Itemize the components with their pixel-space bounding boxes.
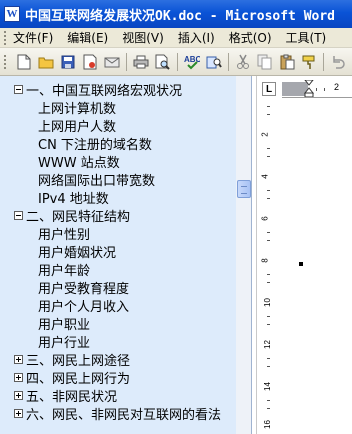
spelling-icon[interactable]: ABC [183, 53, 201, 71]
menu-format[interactable]: 格式(O) [229, 29, 272, 46]
title-bar: W 中国互联网络发展状况OK.doc - Microsoft Word [0, 0, 352, 28]
outline-section-5[interactable]: 五、非网民状况 [0, 386, 117, 405]
ruler-number: 12 [262, 340, 272, 349]
expand-icon[interactable] [14, 409, 23, 418]
outline-item[interactable]: 用户性别 [0, 224, 90, 243]
copy-icon[interactable] [256, 53, 274, 71]
ruler-number: 4 [260, 174, 270, 179]
collapse-icon[interactable] [14, 85, 23, 94]
ruler-number: 10 [262, 298, 272, 307]
horizontal-ruler[interactable]: 2 [282, 80, 352, 98]
ruler-number: 2 [260, 132, 270, 137]
outline-item[interactable]: 上网计算机数 [0, 98, 116, 117]
outline-heading-label: 四、网民上网行为 [26, 372, 131, 387]
indent-marker-icon[interactable] [304, 80, 314, 98]
new-document-icon[interactable] [15, 53, 33, 71]
outline-item[interactable]: 用户受教育程度 [0, 278, 129, 297]
undo-icon[interactable] [329, 53, 347, 71]
document-map-pane: 一、中国互联网络宏观状况 上网计算机数 上网用户人数 CN 下注册的域名数 WW… [0, 76, 252, 434]
ruler-tick [267, 156, 270, 157]
ruler-tick [267, 358, 270, 359]
ruler-tick [267, 106, 270, 107]
format-painter-icon[interactable] [300, 53, 318, 71]
outline-section-3[interactable]: 三、网民上网途径 [0, 350, 130, 369]
outline-item[interactable]: CN 下注册的域名数 [0, 134, 152, 153]
outline-section-1[interactable]: 一、中国互联网络宏观状况 [0, 80, 182, 99]
open-folder-icon[interactable] [37, 53, 55, 71]
outline-item[interactable]: 用户年龄 [0, 260, 90, 279]
print-preview-icon[interactable] [154, 53, 172, 71]
menu-edit[interactable]: 编辑(E) [67, 29, 108, 46]
pane-splitter[interactable] [256, 76, 257, 434]
email-icon[interactable] [103, 53, 121, 71]
outline-heading-label: 一、中国互联网络宏观状况 [26, 84, 183, 99]
ruler-tick [267, 114, 270, 115]
outline-section-4[interactable]: 四、网民上网行为 [0, 368, 130, 387]
ruler-tick [267, 324, 270, 325]
ruler-number: 16 [262, 420, 272, 429]
toolbar-grip[interactable] [4, 54, 7, 69]
menu-bar: 文件(F) 编辑(E) 视图(V) 插入(I) 格式(O) 工具(T) [0, 28, 352, 48]
menu-tools[interactable]: 工具(T) [286, 29, 327, 46]
ruler-tick [267, 282, 270, 283]
toolbar-separator [177, 52, 178, 71]
outline-item[interactable]: 用户个人月收入 [0, 296, 129, 315]
outline-item[interactable]: 网络国际出口带宽数 [0, 170, 155, 189]
scrollbar-thumb[interactable] [237, 180, 251, 198]
ruler-tick [267, 408, 270, 409]
ruler-tick [267, 190, 270, 191]
outline-heading-label: 六、网民、非网民对互联网的看法 [26, 408, 222, 423]
cut-icon[interactable] [234, 53, 252, 71]
ruler-number: 8 [260, 258, 270, 263]
ruler-tick [267, 240, 270, 241]
ruler-tick [267, 274, 270, 275]
text-cursor-mark [299, 262, 303, 266]
document-map-scrollbar[interactable] [236, 76, 251, 434]
expand-icon[interactable] [14, 391, 23, 400]
tab-selector[interactable]: L [262, 82, 276, 96]
window-title: 中国互联网络发展状况OK.doc - Microsoft Word [25, 8, 336, 24]
ruler-number: 6 [260, 216, 270, 221]
menu-insert[interactable]: 插入(I) [178, 29, 215, 46]
ruler-tick [324, 88, 325, 91]
ruler-number: 14 [262, 382, 272, 391]
outline-item[interactable]: 用户行业 [0, 332, 90, 351]
collapse-icon[interactable] [14, 211, 23, 220]
standard-toolbar: ABC [0, 48, 352, 76]
menu-view[interactable]: 视图(V) [122, 29, 164, 46]
ruler-tick [267, 316, 270, 317]
outline-item[interactable]: WWW 站点数 [0, 152, 120, 171]
save-icon[interactable] [59, 53, 77, 71]
ruler-tick [267, 198, 270, 199]
outline-heading-label: 三、网民上网途径 [26, 354, 131, 369]
permission-icon[interactable] [81, 53, 99, 71]
word-app-icon[interactable]: W [4, 6, 20, 22]
ruler-tick [267, 148, 270, 149]
outline-item[interactable]: 用户婚姻状况 [0, 242, 116, 261]
ruler-number: 2 [334, 82, 340, 92]
menu-file[interactable]: 文件(F) [13, 29, 53, 46]
research-icon[interactable] [205, 53, 223, 71]
ruler-tick [267, 400, 270, 401]
outline-item[interactable]: 上网用户人数 [0, 116, 116, 135]
ruler-tick [267, 366, 270, 367]
expand-icon[interactable] [14, 355, 23, 364]
ruler-tick [316, 88, 317, 91]
outline-item[interactable]: 用户职业 [0, 314, 90, 333]
vertical-ruler[interactable]: 2 4 6 8 10 12 14 16 [260, 100, 276, 434]
toolbar-separator [228, 52, 229, 71]
outline-heading-label: 二、网民特征结构 [26, 210, 131, 225]
toolbar-separator [126, 52, 127, 71]
ruler-tick [267, 232, 270, 233]
outline-section-2[interactable]: 二、网民特征结构 [0, 206, 130, 225]
paste-icon[interactable] [278, 53, 296, 71]
outline-heading-label: 五、非网民状况 [26, 390, 118, 405]
print-icon[interactable] [132, 53, 150, 71]
outline-item[interactable]: IPv4 地址数 [0, 188, 109, 207]
menu-bar-grip[interactable] [4, 30, 7, 45]
expand-icon[interactable] [14, 373, 23, 382]
outline-section-6[interactable]: 六、网民、非网民对互联网的看法 [0, 404, 221, 423]
toolbar-separator [323, 52, 324, 71]
